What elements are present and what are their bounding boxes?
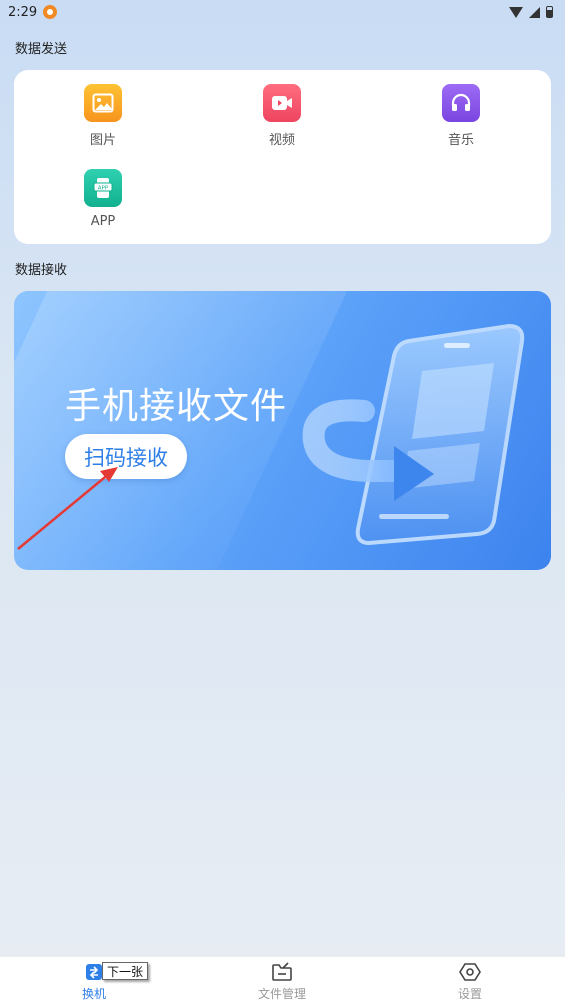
app-notification-icon [43, 5, 58, 19]
signal-icon [529, 6, 540, 18]
tab-label: 换机 [81, 986, 106, 1001]
video-icon [263, 84, 301, 122]
send-item-label: APP [90, 214, 116, 229]
tab-label: 文件管理 [257, 986, 306, 1001]
send-item-music[interactable]: 音乐 [421, 84, 501, 148]
scan-receive-button[interactable]: 扫码接收 [65, 434, 187, 479]
send-item-label: 图片 [89, 133, 116, 148]
send-item-video[interactable]: 视频 [242, 84, 322, 148]
image-icon [84, 84, 122, 122]
send-item-label: 视频 [268, 133, 295, 148]
status-time: 2:29 [8, 4, 38, 20]
battery-icon [546, 6, 553, 18]
svg-text:APP: APP [98, 186, 109, 192]
bottom-tab-bar: 换机 文件管理 设置 [0, 956, 565, 1004]
status-bar: 2:29 [0, 0, 565, 24]
folder-icon [271, 961, 293, 983]
headphones-icon [442, 84, 480, 122]
status-right [509, 6, 553, 18]
send-item-label: 音乐 [447, 133, 474, 148]
next-image-tooltip: 下一张 [102, 962, 149, 980]
receive-banner[interactable]: 手机接收文件 扫码接收 [14, 291, 551, 570]
wifi-icon [509, 6, 523, 18]
receive-section-title: 数据接收 [15, 263, 68, 278]
banner-title: 手机接收文件 [65, 386, 288, 427]
send-section-title: 数据发送 [15, 42, 68, 57]
app-icon: APP [84, 169, 122, 207]
send-item-image[interactable]: 图片 [63, 84, 143, 148]
status-left: 2:29 [8, 4, 58, 20]
phone-transfer-illustration [302, 323, 525, 546]
send-card: 图片 视频 音乐 APP APP [14, 70, 551, 244]
tab-label: 设置 [457, 986, 482, 1001]
tab-settings[interactable]: 设置 [410, 957, 530, 1004]
settings-hex-icon [459, 961, 481, 983]
tab-file-management[interactable]: 文件管理 [222, 957, 342, 1004]
send-item-app[interactable]: APP APP [63, 169, 143, 229]
